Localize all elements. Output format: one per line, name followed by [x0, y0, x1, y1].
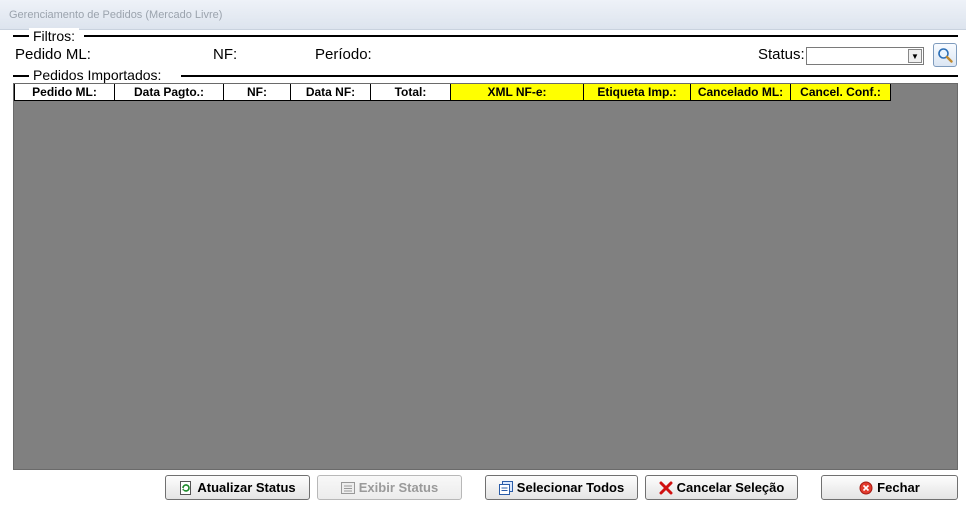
orders-legend: Pedidos Importados: [29, 67, 166, 83]
column-header-cancelado-ml[interactable]: Cancelado ML: [691, 84, 791, 101]
cancelar-selecao-label: Cancelar Seleção [676, 480, 785, 495]
exibir-status-label: Exibir Status [358, 480, 439, 495]
column-header-cancel-conf[interactable]: Cancel. Conf.: [791, 84, 891, 101]
column-header-etiqueta-imp[interactable]: Etiqueta Imp.: [584, 84, 691, 101]
title-bar: Gerenciamento de Pedidos (Mercado Livre) [0, 0, 966, 30]
orders-grid[interactable]: Pedido ML: Data Pagto.: NF: Data NF: Tot… [13, 83, 958, 470]
periodo-start-input[interactable] [377, 46, 446, 64]
list-icon [340, 481, 355, 494]
window-title: Gerenciamento de Pedidos (Mercado Livre) [9, 9, 223, 21]
exibir-status-button[interactable]: Exibir Status [317, 475, 462, 500]
nf-label: NF: [213, 46, 238, 63]
column-header-xml-nfe[interactable]: XML NF-e: [451, 84, 584, 101]
atualizar-status-label: Atualizar Status [197, 480, 296, 495]
magnifier-icon [938, 48, 953, 63]
filters-group-line-right [84, 35, 958, 37]
red-x-icon [659, 481, 673, 494]
fechar-button[interactable]: Fechar [821, 475, 958, 500]
status-select[interactable]: ▼ [806, 47, 924, 65]
periodo-end-input[interactable] [453, 46, 526, 64]
column-header-data-pagto[interactable]: Data Pagto.: [115, 84, 224, 101]
atualizar-status-button[interactable]: Atualizar Status [165, 475, 310, 500]
pedido-ml-input[interactable] [95, 46, 199, 64]
status-label: Status: [758, 46, 805, 63]
nf-input[interactable] [240, 46, 295, 64]
column-header-total[interactable]: Total: [371, 84, 451, 101]
filters-legend: Filtros: [29, 28, 79, 44]
column-header-nf[interactable]: NF: [224, 84, 291, 101]
cancelar-selecao-button[interactable]: Cancelar Seleção [645, 475, 798, 500]
pedido-ml-label: Pedido ML: [15, 46, 91, 63]
filters-group-line-left [13, 35, 29, 37]
column-header-pedido-ml[interactable]: Pedido ML: [14, 84, 115, 101]
chevron-down-icon[interactable]: ▼ [908, 49, 922, 63]
selecionar-todos-label: Selecionar Todos [516, 480, 625, 495]
periodo-label: Período: [315, 46, 372, 63]
search-button[interactable] [933, 43, 957, 67]
fechar-label: Fechar [877, 480, 920, 495]
orders-group-line-left [13, 75, 29, 77]
close-circle-icon [859, 481, 873, 494]
orders-group-line-right [181, 75, 958, 77]
select-all-icon [498, 480, 513, 495]
refresh-icon [180, 480, 192, 495]
column-header-data-nf[interactable]: Data NF: [291, 84, 371, 101]
selecionar-todos-button[interactable]: Selecionar Todos [485, 475, 638, 500]
